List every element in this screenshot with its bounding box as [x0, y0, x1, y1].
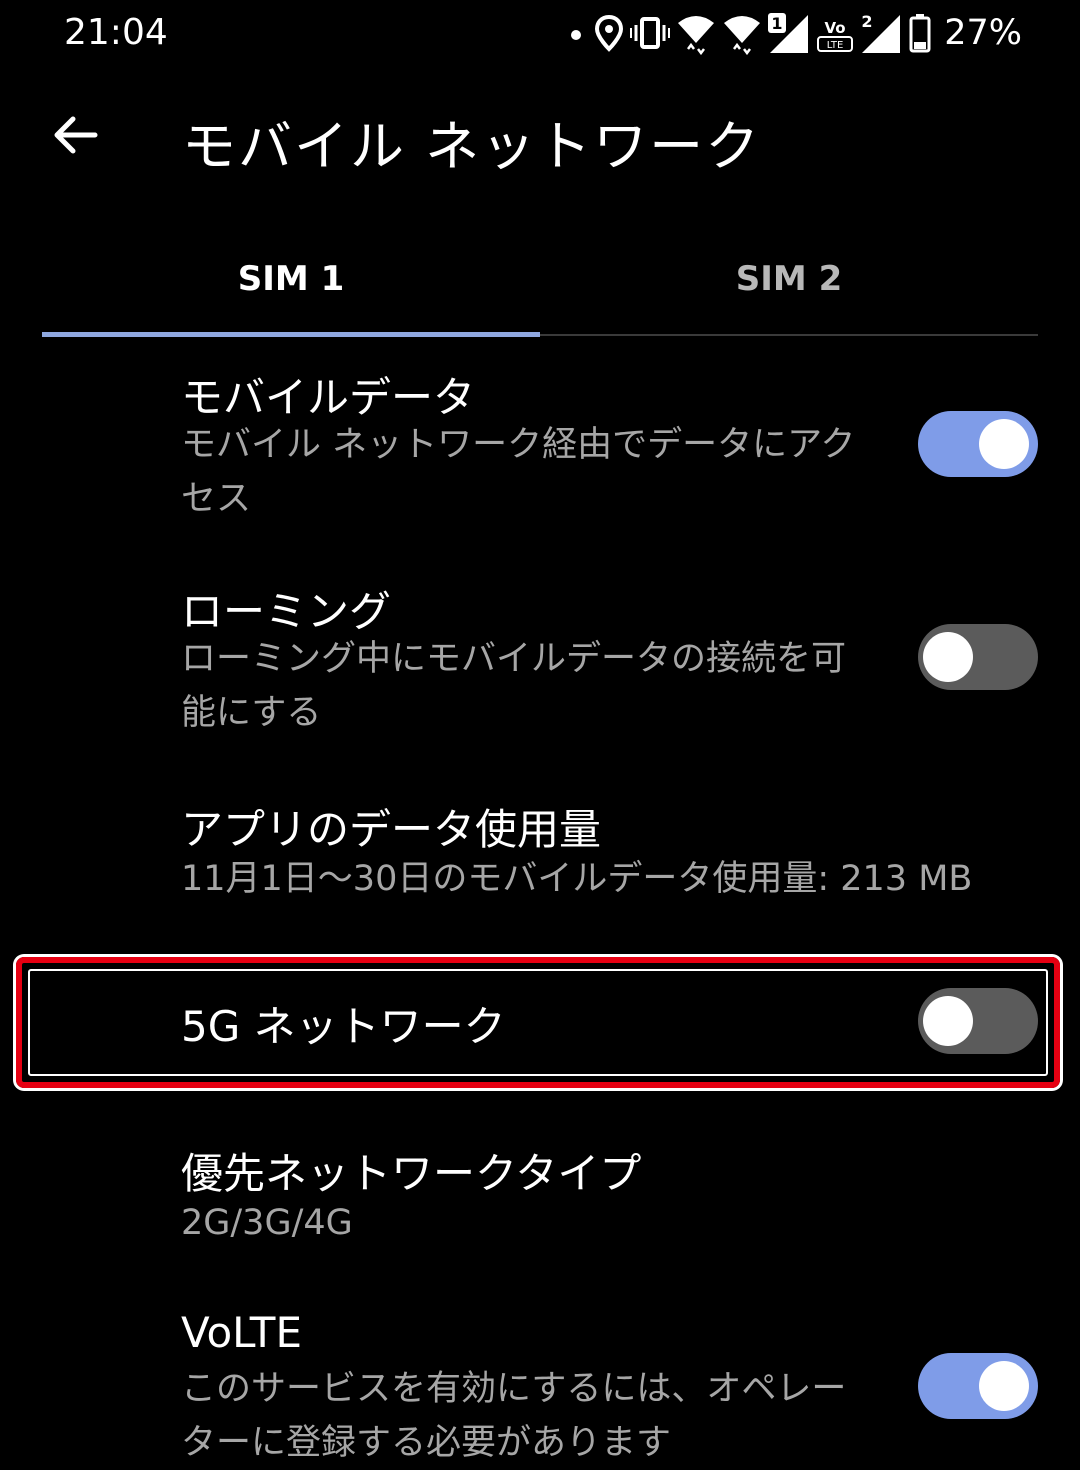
- mobile-data-toggle[interactable]: [918, 411, 1038, 477]
- setting-5g-network[interactable]: 5G ネットワーク: [0, 975, 1080, 1075]
- toggle-knob: [923, 632, 973, 682]
- status-time: 21:04: [64, 12, 168, 53]
- app-data-usage-subtitle: 11月1日〜30日のモバイルデータ使用量: 213 MB: [181, 859, 973, 899]
- wifi-calling-icon: [678, 16, 715, 55]
- toggle-knob: [923, 996, 973, 1046]
- app-bar: モバイル ネットワーク: [0, 80, 1080, 190]
- roaming-toggle[interactable]: [918, 624, 1038, 690]
- signal-sim2-icon: 2: [862, 12, 901, 53]
- volte-subtitle: このサービスを有効にするには、オペレーターに登録する必要があります: [181, 1369, 847, 1463]
- app-data-usage-title: アプリのデータ使用量: [181, 805, 602, 854]
- status-icons: 1 Vo LTE 2 27%: [564, 8, 1022, 58]
- roaming-subtitle: ローミング中にモバイルデータの接続を可能にする: [181, 639, 847, 733]
- location-icon: [595, 14, 624, 52]
- tab-sim-1[interactable]: SIM 1: [42, 222, 540, 335]
- back-button[interactable]: [40, 100, 110, 170]
- status-bar: 21:04 1 Vo LTE 2 27%: [0, 0, 1080, 70]
- svg-text:LTE: LTE: [827, 40, 844, 51]
- tab-sim-2[interactable]: SIM 2: [540, 222, 1038, 335]
- wifi-calling-icon: [724, 16, 761, 55]
- toggle-knob: [979, 419, 1029, 469]
- setting-preferred-network-type[interactable]: 優先ネットワークタイプ 2G/3G/4G: [0, 1138, 1080, 1258]
- preferred-network-subtitle: 2G/3G/4G: [181, 1203, 353, 1243]
- svg-text:2: 2: [862, 12, 873, 31]
- mobile-data-title: モバイルデータ: [181, 373, 476, 422]
- signal-sim1-icon: 1: [768, 13, 809, 53]
- toggle-knob: [979, 1361, 1029, 1411]
- volte-icon: Vo LTE: [817, 19, 854, 52]
- battery-icon: [909, 14, 931, 53]
- svg-text:1: 1: [772, 14, 783, 33]
- arrow-back-icon: [54, 116, 98, 154]
- volte-toggle[interactable]: [918, 1353, 1038, 1419]
- setting-app-data-usage[interactable]: アプリのデータ使用量 11月1日〜30日のモバイルデータ使用量: 213 MB: [0, 792, 1080, 922]
- setting-mobile-data[interactable]: モバイルデータ モバイル ネットワーク経由でデータにアクセス: [0, 360, 1080, 540]
- network-5g-title: 5G ネットワーク: [181, 1002, 506, 1051]
- battery-percentage: 27%: [944, 13, 1022, 53]
- page-title: モバイル ネットワーク: [182, 115, 762, 178]
- network-5g-toggle[interactable]: [918, 988, 1038, 1054]
- volte-title: VoLTE: [181, 1308, 302, 1357]
- preferred-network-title: 優先ネットワークタイプ: [181, 1149, 642, 1198]
- setting-roaming[interactable]: ローミング ローミング中にモバイルデータの接続を可能にする: [0, 572, 1080, 752]
- vibrate-icon: [630, 17, 671, 49]
- mobile-data-subtitle: モバイル ネットワーク経由でデータにアクセス: [181, 425, 856, 519]
- sim-tabs: SIM 1 SIM 2: [42, 222, 1038, 337]
- setting-volte[interactable]: VoLTE このサービスを有効にするには、オペレーターに登録する必要があります: [0, 1306, 1080, 1463]
- dot-icon: [571, 30, 582, 40]
- roaming-title: ローミング: [181, 587, 392, 636]
- svg-text:Vo: Vo: [825, 19, 846, 37]
- tab-indicator: [42, 332, 540, 337]
